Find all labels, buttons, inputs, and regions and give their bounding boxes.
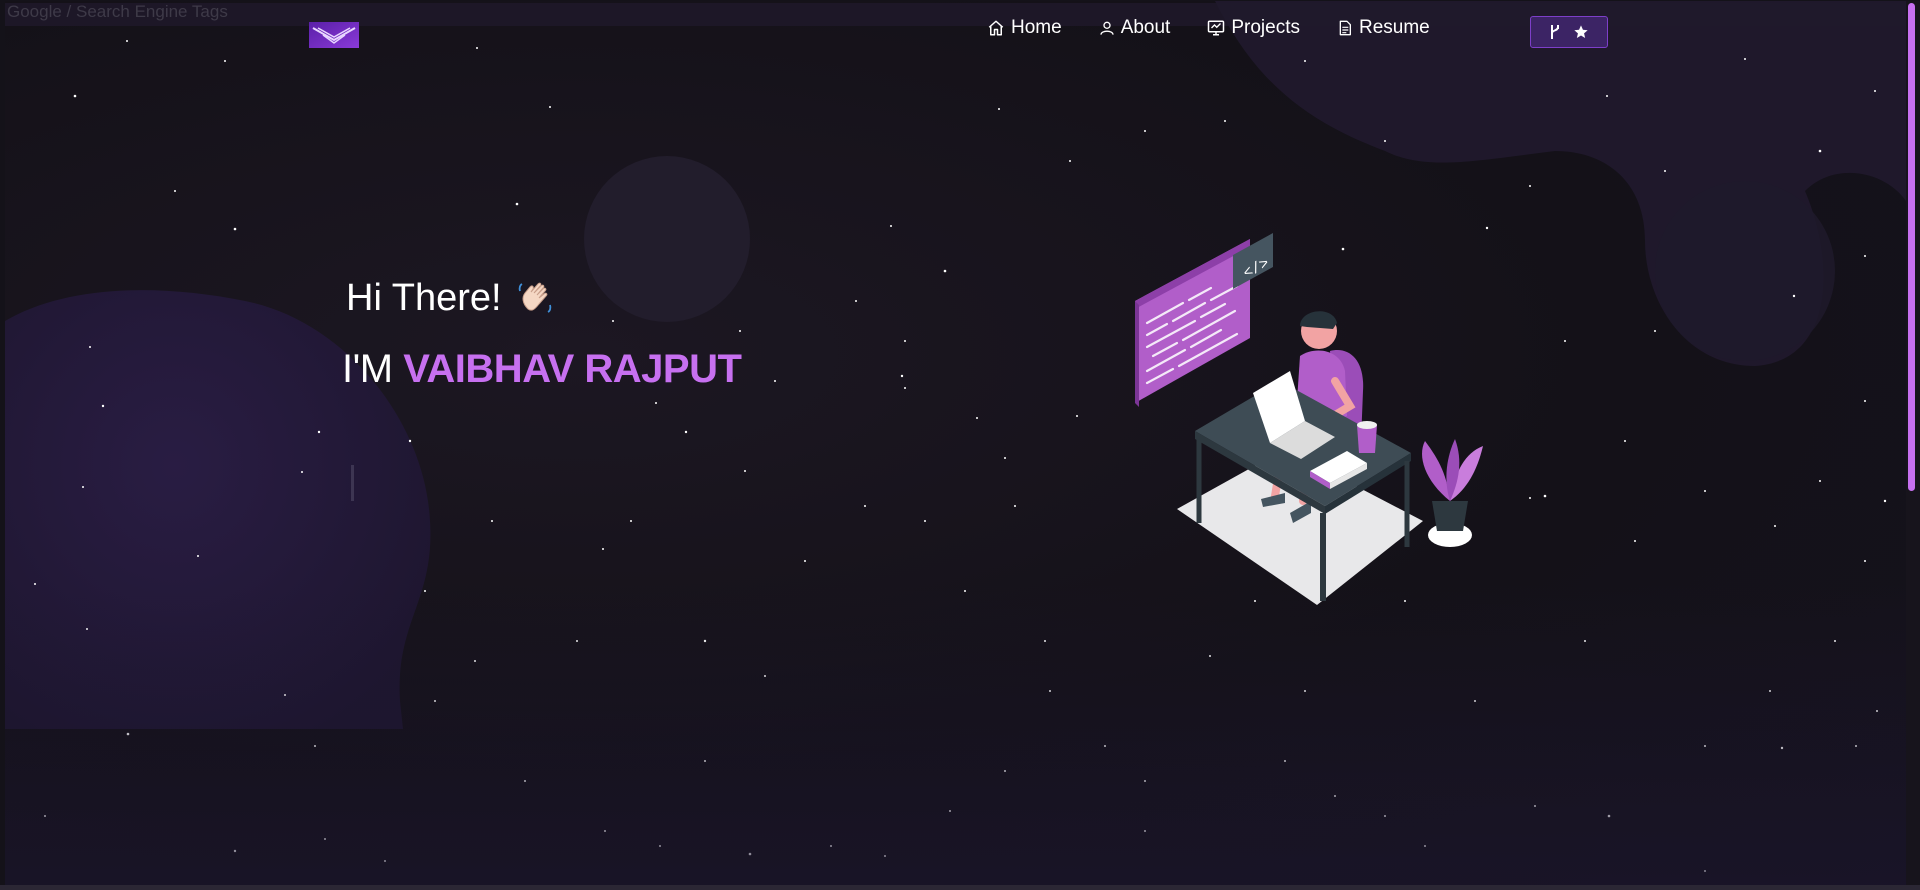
nav-projects[interactable]: Projects — [1207, 17, 1300, 39]
nav-resume-label: Resume — [1358, 17, 1430, 38]
star-icon — [1574, 25, 1588, 38]
window-bottom-edge — [0, 885, 1920, 890]
hero-intro: I'M VAIBHAV RAJPUT — [342, 347, 742, 392]
typewriter-cursor — [351, 465, 354, 501]
projects-icon — [1208, 20, 1225, 36]
nav-home[interactable]: Home — [987, 17, 1062, 39]
greeting-text: Hi There! — [346, 277, 502, 319]
home-icon — [988, 20, 1004, 36]
hero-name: VAIBHAV RAJPUT — [403, 347, 742, 391]
intro-prefix: I'M — [342, 347, 393, 391]
star-field — [34, 40, 1887, 872]
github-star-button[interactable] — [1530, 16, 1608, 48]
user-icon — [1100, 21, 1114, 35]
main-nav: Home About Projects Resume — [987, 17, 1467, 39]
developer-at-desk-illustration: </> — [1135, 233, 1483, 605]
nav-about-label: About — [1120, 17, 1171, 38]
hero-greeting: Hi There! — [346, 277, 556, 320]
waving-hand-icon — [518, 282, 551, 313]
page-viewport: Google / Search Engine Tags Home About P… — [5, 1, 1906, 885]
nav-resume[interactable]: Resume — [1337, 17, 1430, 39]
tab-title: Google / Search Engine Tags — [7, 2, 228, 21]
nav-home-label: Home — [1011, 17, 1062, 38]
nav-projects-label: Projects — [1231, 17, 1300, 38]
nav-about[interactable]: About — [1099, 17, 1171, 39]
document-icon — [1339, 20, 1351, 36]
scrollbar-thumb[interactable] — [1908, 3, 1915, 491]
navbar-backdrop — [5, 3, 1906, 26]
git-fork-icon — [1551, 25, 1559, 39]
logo-icon[interactable] — [309, 20, 359, 50]
